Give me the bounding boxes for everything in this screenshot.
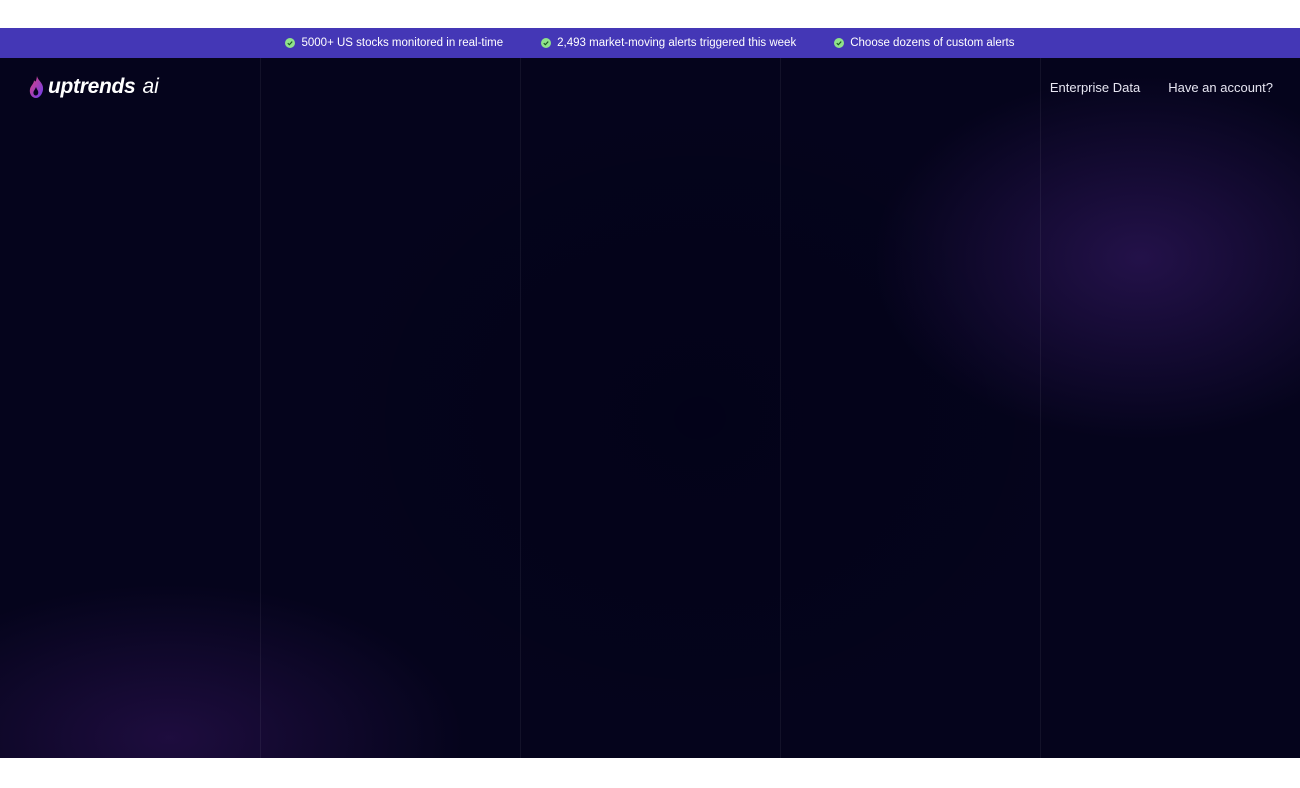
announcement-item: Choose dozens of custom alerts xyxy=(834,37,1015,49)
announcement-bar: 5000+ US stocks monitored in real-time 2… xyxy=(0,28,1300,58)
column-divider xyxy=(1040,58,1041,758)
check-circle-icon xyxy=(541,38,552,48)
flame-logo-icon xyxy=(29,76,44,98)
check-circle-icon xyxy=(285,38,296,48)
logo[interactable]: uptrends ai xyxy=(28,75,159,99)
hero-section: uptrends ai Enterprise Data Have an acco… xyxy=(0,58,1300,758)
column-divider xyxy=(780,58,781,758)
nav-link-enterprise-data[interactable]: Enterprise Data xyxy=(1050,80,1140,95)
column-divider xyxy=(520,58,521,758)
announcement-item: 2,493 market-moving alerts triggered thi… xyxy=(541,37,796,49)
top-nav: Enterprise Data Have an account? xyxy=(1050,80,1273,95)
nav-link-have-an-account[interactable]: Have an account? xyxy=(1168,80,1273,95)
announcement-text: 2,493 market-moving alerts triggered thi… xyxy=(557,37,797,49)
check-circle-icon xyxy=(834,38,845,48)
announcement-text: 5000+ US stocks monitored in real-time xyxy=(301,37,504,49)
column-divider xyxy=(260,58,261,758)
logo-wordmark: uptrends xyxy=(48,75,136,98)
announcement-item: 5000+ US stocks monitored in real-time xyxy=(285,37,503,49)
announcement-text: Choose dozens of custom alerts xyxy=(850,37,1015,49)
logo-suffix: ai xyxy=(142,75,159,98)
